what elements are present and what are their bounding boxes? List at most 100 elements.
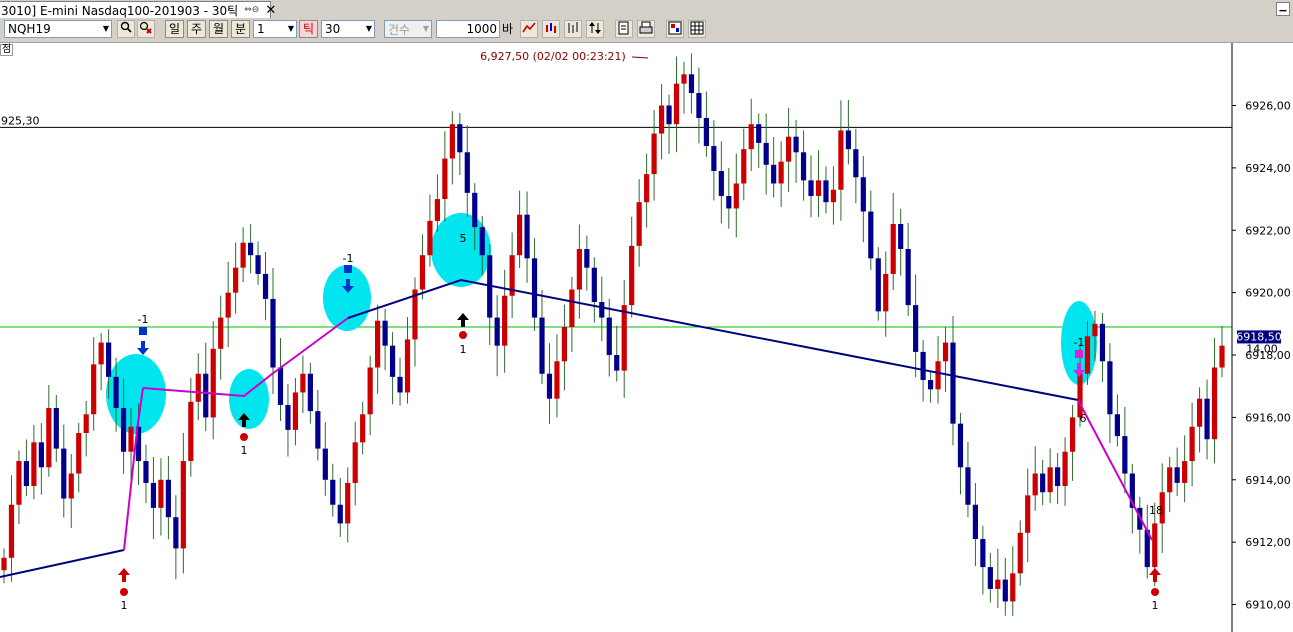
buy-arrow-icon <box>457 313 469 327</box>
table-button[interactable] <box>688 20 706 38</box>
candle-body <box>165 479 171 518</box>
candle-body <box>703 117 710 147</box>
y-tick-label: 6926,00 <box>1245 100 1291 113</box>
chart-corner-label: 점 <box>0 44 14 56</box>
count-input[interactable]: 1000 <box>436 20 500 38</box>
candle-body <box>382 320 388 346</box>
signal-dot <box>240 433 248 441</box>
period-day-button[interactable]: 일 <box>165 20 184 38</box>
candle-body <box>270 298 276 368</box>
document-icon <box>618 21 629 35</box>
candle-body <box>516 214 523 256</box>
buy-arrow-icon <box>118 568 130 582</box>
candle-body <box>397 376 403 393</box>
print-button[interactable] <box>637 20 655 38</box>
candle-body <box>120 408 127 452</box>
candle-body <box>860 177 866 212</box>
candle-body <box>83 414 89 433</box>
candle-body <box>180 461 186 549</box>
signal-label: 1 <box>1152 599 1159 612</box>
candle-body <box>935 361 941 390</box>
candle-body <box>569 289 575 327</box>
candle-body <box>905 248 911 306</box>
candle-body <box>247 242 254 256</box>
candle-body <box>1025 495 1031 533</box>
candle-body <box>337 504 343 524</box>
candle-body <box>1069 417 1076 452</box>
draw-tool-button[interactable] <box>520 20 538 38</box>
candle-body <box>1182 461 1188 483</box>
chart-toolbar: NQH19 ▼ 일 주 월 분 1 ▼ 틱 30 ▼ 건수 ▼ 1000 바 <box>0 18 1293 43</box>
magnifier-icon <box>120 21 132 33</box>
minute-combo[interactable]: 1 ▼ <box>253 20 297 38</box>
chevron-down-icon[interactable]: ▼ <box>366 24 372 33</box>
updown-button[interactable] <box>586 20 604 38</box>
candle-body <box>367 367 373 415</box>
y-tick-label: 6912,00 <box>1245 536 1291 549</box>
close-icon[interactable]: ✕ <box>265 3 276 18</box>
minimize-button[interactable]: ▁ <box>1276 2 1290 16</box>
candle-body <box>823 180 829 203</box>
candle-body <box>658 105 665 134</box>
export-icon <box>668 21 682 35</box>
candle-chart-button[interactable] <box>542 20 560 38</box>
period-month-button[interactable]: 월 <box>209 20 228 38</box>
tab-title: 3010] E-mini Nasdaq100-201903 - 30틱 <box>1 3 239 18</box>
candle-body <box>150 482 157 508</box>
tick-combo[interactable]: 30 ▼ <box>321 20 375 38</box>
candle-body <box>673 83 680 125</box>
search-cancel-icon <box>139 21 152 34</box>
candle-body <box>389 345 396 377</box>
period-minute-button[interactable]: 분 <box>231 20 250 38</box>
symbol-combo[interactable]: NQH19 ▼ <box>4 20 112 38</box>
search-button[interactable] <box>117 20 135 38</box>
candle-body <box>838 130 844 190</box>
candle-body <box>524 214 530 259</box>
candle-body <box>330 479 336 505</box>
candle-body <box>285 404 291 430</box>
candle-body <box>1017 532 1023 574</box>
export-button[interactable] <box>666 20 684 38</box>
candle-body <box>233 267 239 293</box>
candle-body <box>464 152 470 193</box>
candle-body <box>128 426 134 452</box>
bar-chart-button[interactable] <box>564 20 582 38</box>
cancel-search-button[interactable] <box>137 20 155 38</box>
candle-body <box>434 199 440 221</box>
candle-body <box>771 164 777 184</box>
candle-body <box>91 364 97 415</box>
candle-body <box>31 442 37 487</box>
chevron-down-icon[interactable]: ▼ <box>103 24 109 33</box>
period-week-button[interactable]: 주 <box>187 20 206 38</box>
buy-arrow-icon <box>1149 568 1161 582</box>
candle-body <box>502 295 508 346</box>
price-chart[interactable]: 925,30 1 -1 1 -1 5 1 -1 6 18 1 6,927,50 (02/02 00:… <box>0 43 1293 632</box>
chevron-down-icon[interactable]: ▼ <box>288 24 294 33</box>
signal-dot <box>120 588 128 596</box>
candle-body <box>307 373 313 412</box>
candle-body <box>651 133 657 175</box>
tick-button[interactable]: 틱 <box>299 20 318 38</box>
chevron-down-icon[interactable]: ▼ <box>423 24 429 33</box>
candle-body <box>883 273 889 312</box>
candle-body <box>531 258 538 318</box>
candle-body <box>845 130 851 150</box>
high-annotation-arrow <box>631 56 649 59</box>
candle-body <box>644 174 650 203</box>
candle-body <box>793 136 799 153</box>
candle-body <box>614 355 620 371</box>
document-button[interactable] <box>615 20 633 38</box>
candle-body <box>46 408 52 468</box>
signal-label: -1 <box>343 252 354 265</box>
signal-dot <box>459 331 467 339</box>
candle-body <box>1114 414 1120 437</box>
count-label: 건수 <box>388 22 411 37</box>
count-combo[interactable]: 건수 ▼ <box>384 20 432 38</box>
signal-dot <box>1151 588 1159 596</box>
chart-tab[interactable]: 3010] E-mini Nasdaq100-201903 - 30틱 ⇔⊖ ✕ <box>0 1 276 19</box>
candle-body <box>591 267 597 302</box>
candle-body <box>561 326 568 362</box>
candle-body <box>681 74 687 84</box>
tab-layout-icon[interactable]: ⇔⊖ <box>244 5 259 15</box>
signal-label: 5 <box>460 232 467 245</box>
